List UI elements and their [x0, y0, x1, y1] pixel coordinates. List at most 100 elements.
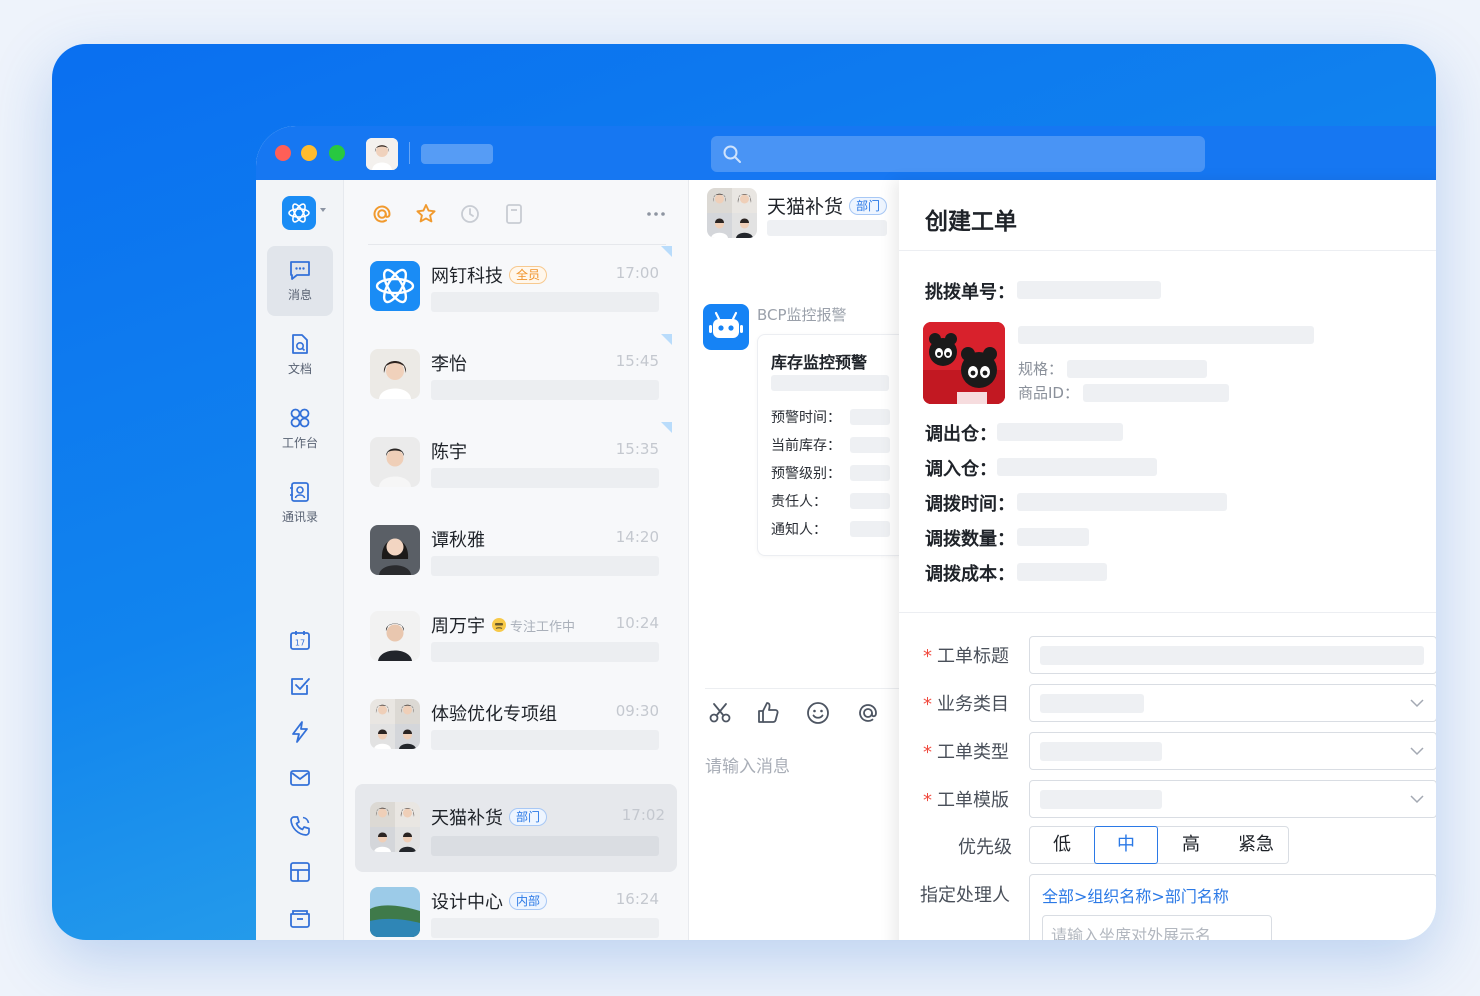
close-window-button[interactable]: [275, 145, 291, 161]
mentions-filter-button[interactable]: [370, 202, 394, 226]
conversation-item[interactable]: 设计中心 内部 16:24: [355, 872, 677, 940]
starred-filter-button[interactable]: [414, 202, 438, 226]
ticket-title-label-text: 工单标题: [937, 646, 1009, 667]
conversation-time: 09:30: [615, 702, 659, 720]
alert-field-value-placeholder: [850, 409, 890, 425]
ticket-type-select[interactable]: [1029, 732, 1436, 770]
conversation-time: 16:24: [615, 890, 659, 908]
conversation-name: 体验优化专项组: [431, 700, 557, 726]
screenshot-button[interactable]: [707, 700, 733, 726]
alert-card-title: 库存监控预警: [771, 353, 868, 372]
document-icon: [292, 334, 308, 354]
later-filter-button[interactable]: [458, 202, 482, 226]
spec-label: 规格：: [1018, 360, 1064, 378]
minimize-window-button[interactable]: [301, 145, 317, 161]
alert-field-label: 预警时间：: [771, 410, 841, 426]
transfer-no-label: 挑拨单号：: [925, 282, 1015, 303]
folder-icon: [290, 910, 310, 928]
category-select[interactable]: [1029, 684, 1436, 722]
emoji-icon: [807, 702, 829, 724]
alert-card[interactable]: 库存监控预警 预警时间： 当前库存： 预警级别： 责任人： 通知人：: [757, 334, 899, 556]
avatar: [370, 611, 420, 661]
alert-field-label: 当前库存：: [771, 438, 841, 454]
priority-option-medium[interactable]: 中: [1094, 826, 1158, 864]
priority-option-low[interactable]: 低: [1030, 827, 1094, 863]
assignee-search-input[interactable]: 请输入坐席对外展示名: [1042, 915, 1272, 940]
chevron-down-icon[interactable]: [320, 208, 326, 212]
unread-filter-button[interactable]: [502, 202, 526, 226]
conversation-item-selected[interactable]: 天猫补货 部门 17:02: [355, 784, 677, 872]
app-center-button[interactable]: [288, 860, 312, 884]
bot-avatar: [703, 304, 749, 350]
chevron-down-icon: [1410, 699, 1424, 708]
priority-option-high[interactable]: 高: [1158, 827, 1224, 863]
ding-button[interactable]: [288, 720, 312, 744]
group-tag: 部门: [509, 808, 548, 826]
conversation-item[interactable]: 李怡 15:45: [355, 334, 677, 414]
like-button[interactable]: [755, 700, 781, 726]
chat-title-text: 天猫补货: [767, 196, 844, 218]
message-input[interactable]: 请输入消息: [705, 752, 790, 777]
conversation-name: 设计中心 内部: [431, 888, 548, 914]
template-select[interactable]: [1029, 780, 1436, 818]
conversation-time: 10:24: [615, 614, 659, 632]
conversation-name: 周万宇 专注工作中: [431, 612, 575, 638]
priority-segmented-control: 低 中 高 紧急: [1029, 826, 1289, 864]
calendar-button[interactable]: 17: [288, 628, 312, 652]
conversation-name: 谭秋雅: [431, 526, 485, 552]
transfer-qty-label: 调拨数量：: [925, 529, 1015, 550]
call-button[interactable]: [288, 814, 312, 838]
global-search-input[interactable]: [711, 136, 1205, 172]
nav-messages[interactable]: 消息: [267, 246, 333, 316]
folder-button[interactable]: [288, 906, 312, 930]
mail-button[interactable]: [288, 766, 312, 790]
more-button[interactable]: [644, 202, 668, 226]
todo-button[interactable]: [288, 674, 312, 698]
pinned-marker: [661, 334, 672, 345]
mention-button[interactable]: [855, 700, 881, 726]
avatar: [370, 437, 420, 487]
chevron-down-icon: [1410, 795, 1424, 804]
conversation-title: 谭秋雅: [431, 530, 485, 551]
assignee-picker: 全部>组织名称>部门名称 请输入坐席对外展示名: [1029, 874, 1436, 940]
user-avatar[interactable]: [366, 138, 398, 170]
mail-icon: [290, 770, 310, 786]
pinned-marker: [661, 246, 672, 257]
conversation-item[interactable]: 陈宇 15:35: [355, 422, 677, 502]
conversation-title: 网钉科技: [431, 266, 503, 287]
conversation-item[interactable]: 周万宇 专注工作中 10:24: [355, 596, 677, 676]
conversation-title: 体验优化专项组: [431, 704, 557, 725]
message-preview-placeholder: [431, 380, 659, 400]
category-value-placeholder: [1040, 694, 1144, 713]
chat-title[interactable]: 天猫补货 部门: [767, 192, 888, 219]
user-status: 专注工作中: [491, 616, 575, 635]
chat-group-avatar: [707, 188, 757, 238]
nav-workbench[interactable]: 工作台: [267, 394, 333, 464]
transfer-time-value-placeholder: [1017, 493, 1227, 511]
nav-rail: 消息 文档 工作台 通讯录 17: [256, 180, 344, 940]
nav-contacts[interactable]: 通讯录: [267, 468, 333, 538]
transfer-qty-value-placeholder: [1017, 528, 1089, 546]
calendar-icon: 17: [290, 631, 310, 650]
category-label-text: 业务类目: [937, 694, 1009, 715]
emoji-button[interactable]: [805, 700, 831, 726]
product-name-placeholder: [1018, 326, 1314, 344]
spec-value-placeholder: [1067, 360, 1207, 378]
assignee-org-path[interactable]: 全部>组织名称>部门名称: [1042, 883, 1229, 907]
phone-icon: [290, 816, 310, 836]
list-divider: [368, 244, 666, 245]
ticket-title-input[interactable]: [1029, 636, 1436, 674]
conversation-item[interactable]: 谭秋雅 14:20: [355, 510, 677, 590]
title-bar: [256, 126, 1436, 180]
workspace-logo-button[interactable]: [282, 196, 316, 230]
conversation-item[interactable]: 网钉科技 全员 17:00: [355, 246, 677, 326]
nav-docs[interactable]: 文档: [267, 320, 333, 390]
priority-option-urgent[interactable]: 紧急: [1224, 827, 1288, 863]
maximize-window-button[interactable]: [329, 145, 345, 161]
avatar: [370, 525, 420, 575]
template-label-text: 工单模版: [937, 790, 1009, 811]
lightning-icon: [292, 721, 308, 743]
product-id-label: 商品ID：: [1018, 384, 1079, 402]
ticket-title-label: * 工单标题: [923, 642, 1009, 668]
conversation-item[interactable]: 体验优化专项组 09:30: [355, 684, 677, 764]
